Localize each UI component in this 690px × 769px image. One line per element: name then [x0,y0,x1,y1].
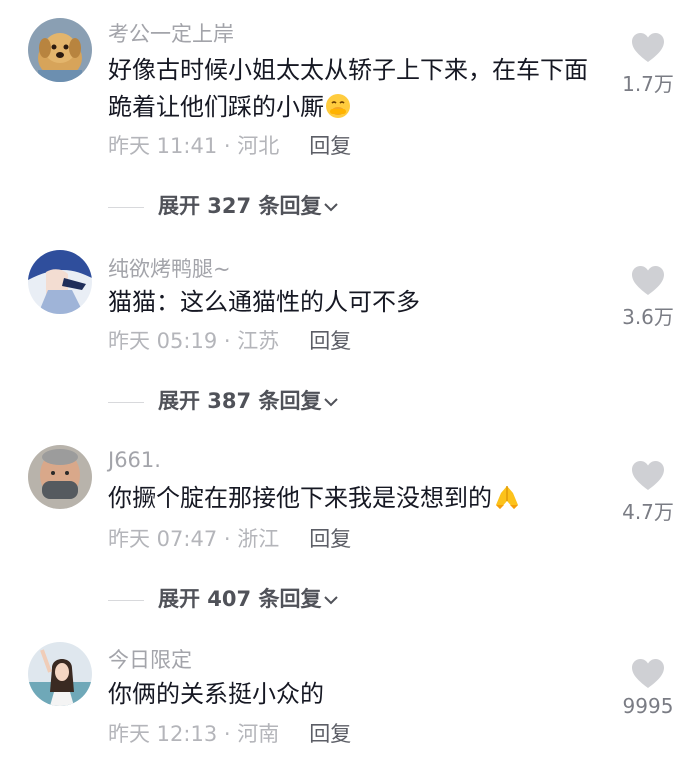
reply-button[interactable]: 回复 [309,329,351,353]
username[interactable]: 今日限定 [108,644,192,674]
comment-meta: 昨天 11:41 · 河北 回复 [108,130,351,160]
avatar[interactable] [28,250,92,314]
folded-hands-emoji [492,483,522,522]
avatar[interactable] [28,445,92,509]
time-location: 昨天 07:47 · 浙江 [108,527,280,551]
chevron-down-icon [323,193,339,217]
username[interactable]: 考公一定上岸 [108,18,234,48]
like-button[interactable]: 3.6万 [612,265,684,330]
like-count: 4.7万 [622,500,674,524]
comment-text: 你俩的关系挺小众的 [108,676,593,713]
expand-replies-button[interactable]: 展开 407 条回复 [108,583,339,613]
expand-replies-button[interactable]: 展开 327 条回复 [108,190,339,220]
heart-icon [632,461,664,490]
expand-replies-button[interactable]: 展开 387 条回复 [108,385,339,415]
girl-avatar-image [28,642,92,706]
chevron-down-icon [323,586,339,610]
comment-meta: 昨天 05:19 · 江苏 回复 [108,325,351,355]
like-count: 3.6万 [622,305,674,329]
reply-button[interactable]: 回复 [309,722,351,746]
like-button[interactable]: 4.7万 [612,460,684,525]
time-location: 昨天 12:13 · 河南 [108,722,280,746]
expand-label: 展开 387 条回复 [158,389,322,413]
anime-avatar-image [28,250,92,314]
comment-meta: 昨天 12:13 · 河南 回复 [108,718,351,748]
avatar[interactable] [28,18,92,82]
expand-label: 展开 327 条回复 [158,194,322,218]
expand-divider [108,206,144,208]
heart-icon [632,266,664,295]
comment-text-content: 你撅个腚在那接他下来我是没想到的 [108,484,492,512]
time-location: 昨天 11:41 · 河北 [108,134,280,158]
expand-divider [108,599,144,601]
comment-meta: 昨天 07:47 · 浙江 回复 [108,523,351,553]
avatar[interactable] [28,642,92,706]
heart-icon [632,659,664,688]
comment-text: 你撅个腚在那接他下来我是没想到的 [108,480,593,522]
like-count: 1.7万 [622,72,674,96]
time-location: 昨天 05:19 · 江苏 [108,329,280,353]
like-count: 9995 [622,694,674,718]
like-button[interactable]: 9995 [612,658,684,718]
expand-divider [108,401,144,403]
username[interactable]: J661. [108,448,161,472]
username[interactable]: 纯欲烤鸭腿~ [108,253,231,283]
reply-button[interactable]: 回复 [309,527,351,551]
face-hand-over-mouth-emoji [324,92,352,131]
dog-avatar-image [28,18,92,82]
reply-button[interactable]: 回复 [309,134,351,158]
comment-text-content: 猫猫：这么通猫性的人可不多 [108,288,420,316]
comment-text: 猫猫：这么通猫性的人可不多 [108,284,593,321]
masked-man-avatar-image [28,445,92,509]
comment-text-content: 你俩的关系挺小众的 [108,680,324,708]
chevron-down-icon [323,388,339,412]
like-button[interactable]: 1.7万 [612,32,684,97]
comment-text: 好像古时候小姐太太从轿子上下来，在车下面跪着让他们踩的小厮 [108,52,593,131]
expand-label: 展开 407 条回复 [158,587,322,611]
heart-icon [632,33,664,62]
